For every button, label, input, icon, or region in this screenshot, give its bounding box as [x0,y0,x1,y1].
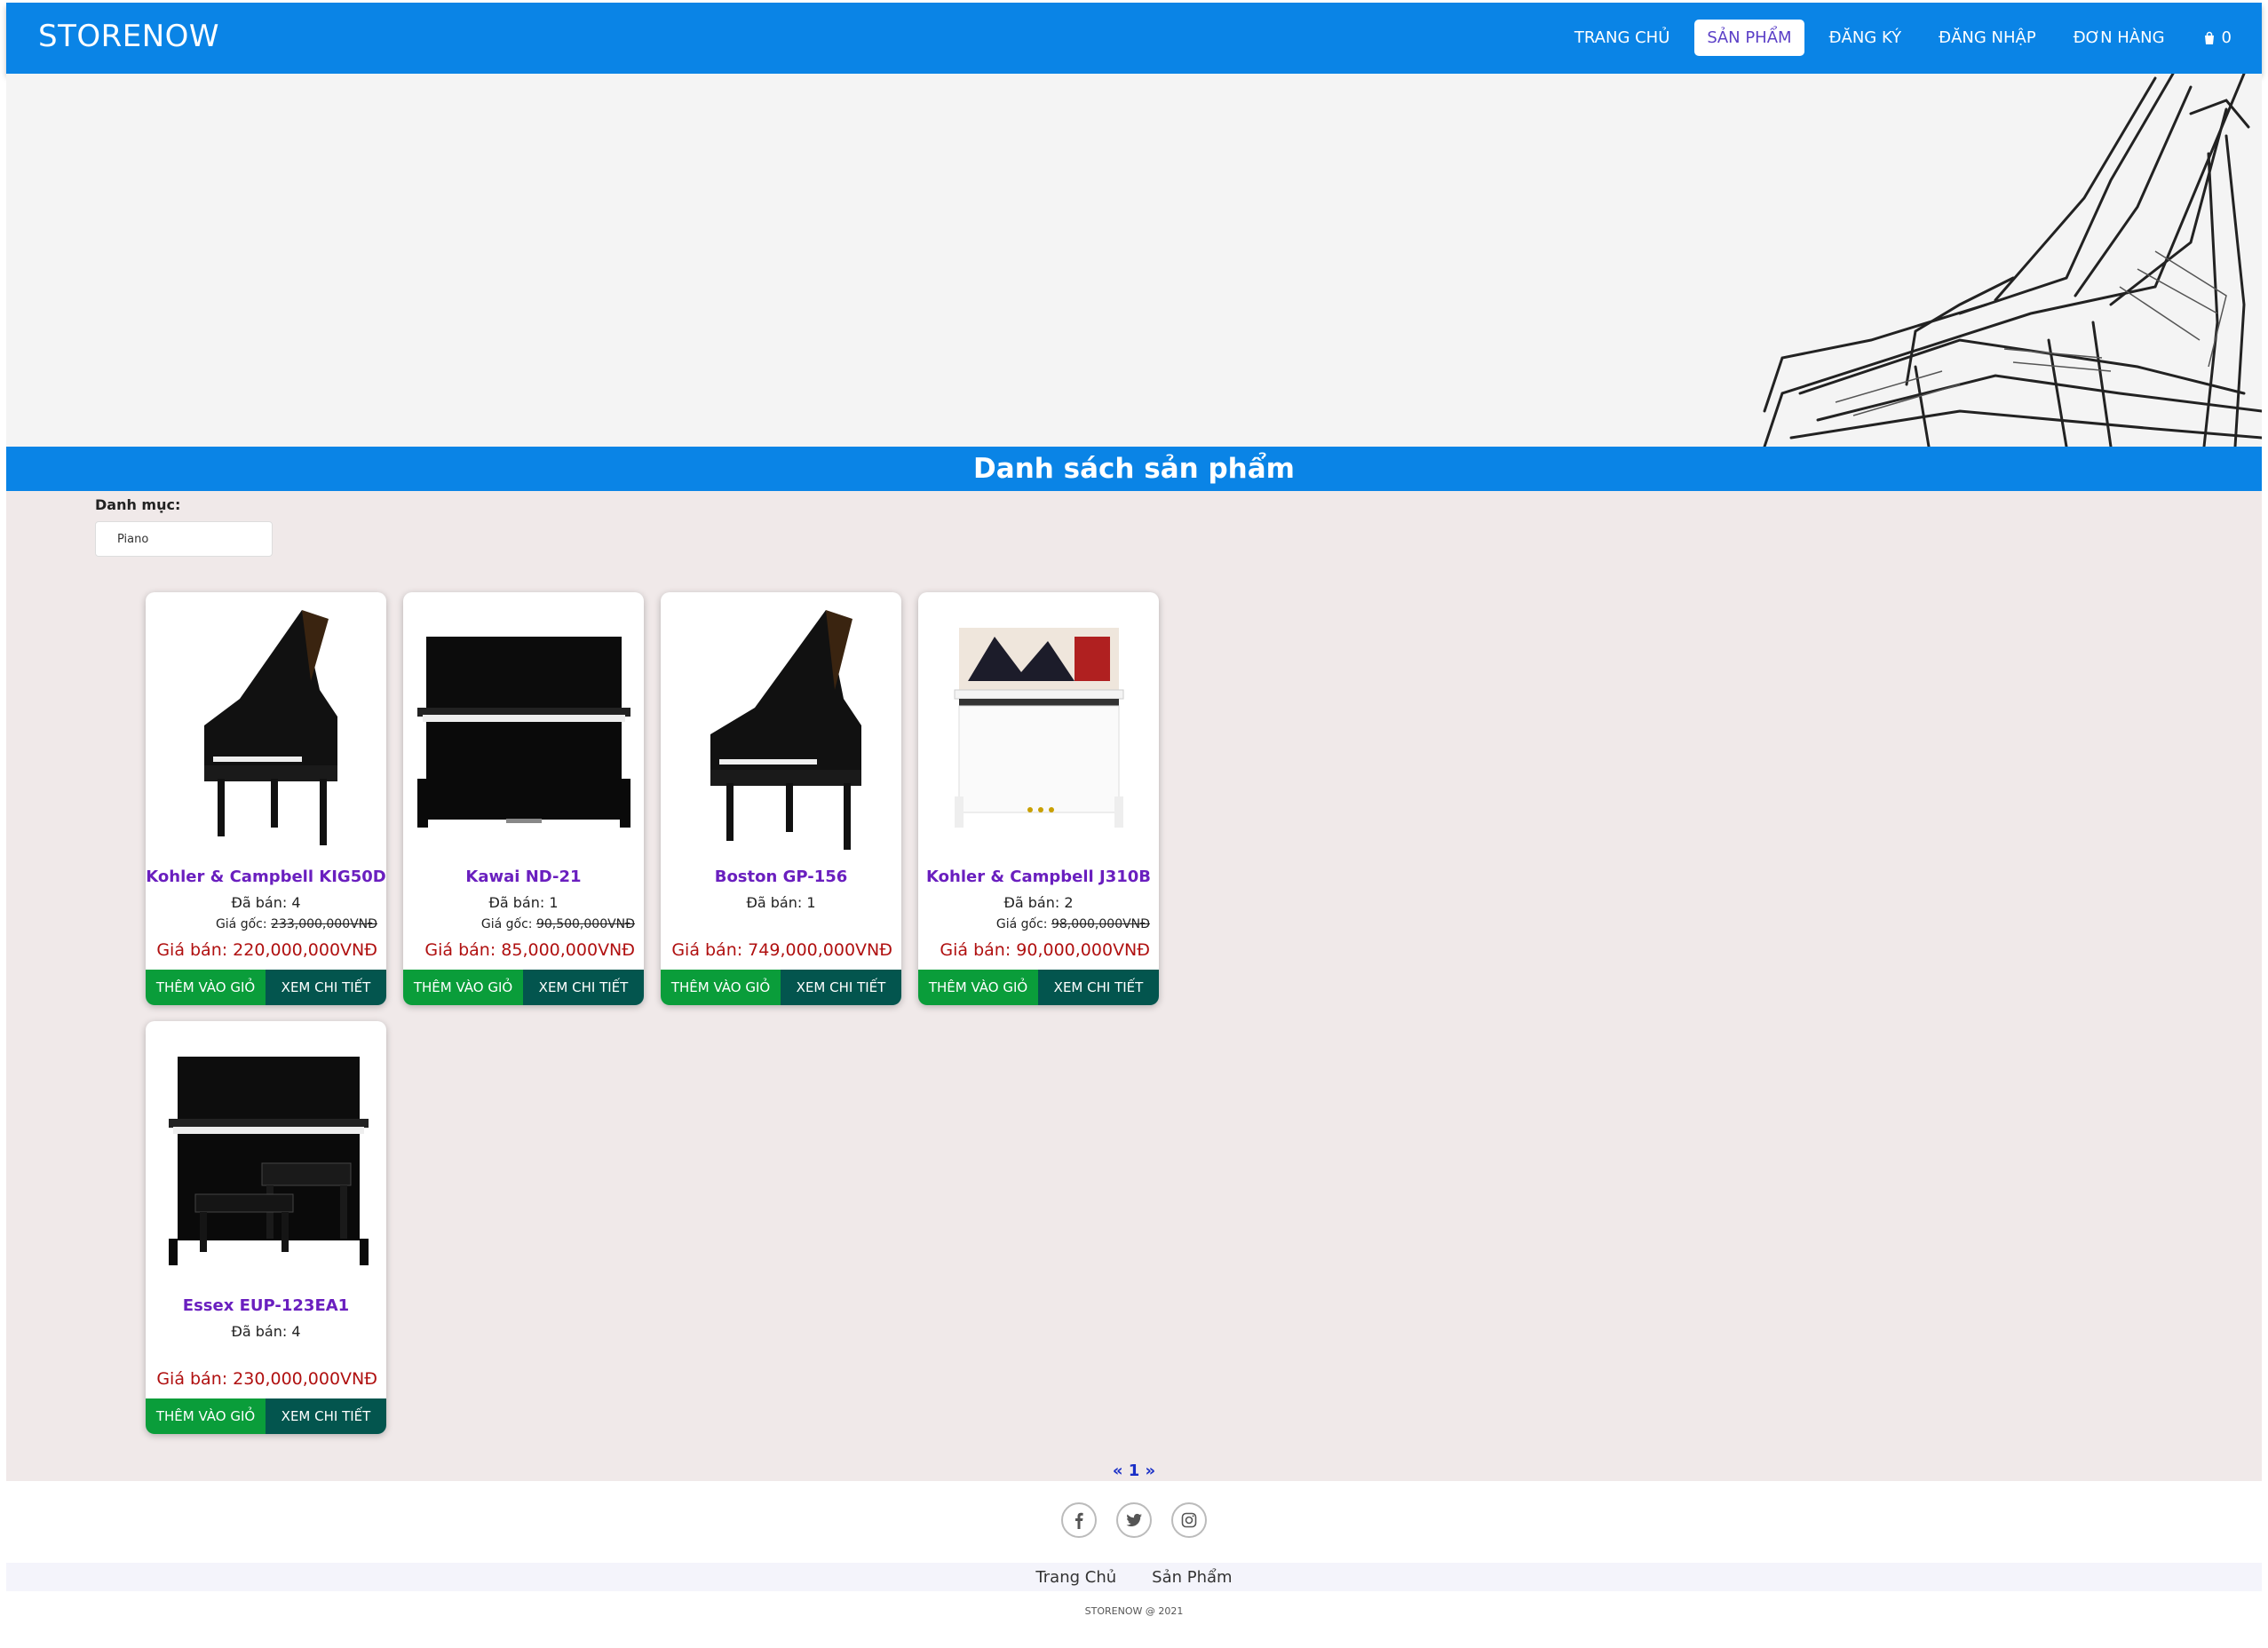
upright-piano-icon [416,637,630,828]
product-image[interactable] [661,592,901,859]
facebook-link[interactable] [1061,1502,1097,1538]
nav-item-register[interactable]: ĐĂNG KÝ [1817,20,1915,56]
page-title: Danh sách sản phẩm [973,453,1295,485]
footer-link-products[interactable]: Sản Phẩm [1152,1568,1232,1587]
hero-banner [6,74,2262,447]
nav-item-login[interactable]: ĐĂNG NHẬP [1926,20,2049,56]
product-sold: Đã bán: 1 [488,894,559,911]
product-name[interactable]: Kohler & Campbell J310B [918,868,1159,886]
product-sold: Đã bán: 2 [1003,894,1074,911]
product-image[interactable] [146,592,386,859]
twitter-icon [1126,1513,1142,1526]
social-links [0,1502,2268,1538]
footer-link-home[interactable]: Trang Chủ [1035,1568,1116,1587]
nav-menu: TRANG CHỦ SẢN PHẨM ĐĂNG KÝ ĐĂNG NHẬP ĐƠN… [1550,20,2244,56]
product-price: Giá bán: 90,000,000VNĐ [940,940,1150,960]
product-original-price: Giá gốc: 90,500,000VNĐ [481,917,635,931]
product-sold: Đã bán: 4 [231,1323,301,1340]
piano-sketch-image [1763,74,2262,447]
shopping-bag-icon [2204,31,2214,44]
product-image[interactable] [918,592,1159,859]
nav-item-home[interactable]: TRANG CHỦ [1562,20,1683,56]
cart-button[interactable]: 0 [2190,20,2244,56]
add-to-cart-button[interactable]: THÊM VÀO GIỎ [146,1398,266,1434]
category-label: Danh mục: [95,496,181,513]
grand-piano-icon [710,610,861,850]
twitter-link[interactable] [1116,1502,1152,1538]
add-to-cart-button[interactable]: THÊM VÀO GIỎ [146,970,266,1005]
product-section: Danh mục: Piano Kohler & Campbell KIG50D… [6,491,2262,1481]
product-price: Giá bán: 220,000,000VNĐ [156,940,377,960]
nav-item-orders[interactable]: ĐƠN HÀNG [2061,20,2177,56]
white-upright-piano-icon [954,628,1123,828]
add-to-cart-button[interactable]: THÊM VÀO GIỎ [661,970,781,1005]
product-name[interactable]: Kawai ND-21 [403,868,644,886]
card-actions: THÊM VÀO GIỎ XEM CHI TIẾT [918,970,1159,1005]
product-price: Giá bán: 85,000,000VNĐ [424,940,635,960]
original-price-label: Giá gốc: [480,917,533,931]
card-actions: THÊM VÀO GIỎ XEM CHI TIẾT [146,970,386,1005]
view-detail-button[interactable]: XEM CHI TIẾT [1038,970,1159,1005]
product-card: Kohler & Campbell KIG50D Đã bán: 4 Giá g… [146,592,386,1005]
instagram-link[interactable] [1171,1502,1207,1538]
product-sold: Đã bán: 4 [231,894,301,911]
page-title-band: Danh sách sản phẩm [6,447,2262,491]
product-name[interactable]: Kohler & Campbell KIG50D [146,868,386,886]
original-price-value: 233,000,000VNĐ [271,917,377,931]
view-detail-button[interactable]: XEM CHI TIẾT [523,970,644,1005]
original-price-label: Giá gốc: [995,917,1048,931]
product-image[interactable] [146,1021,386,1288]
product-sold: Đã bán: 1 [746,894,816,911]
product-image[interactable] [403,592,644,859]
product-card: Boston GP-156 Đã bán: 1 Giá bán: 749,000… [661,592,901,1005]
product-card: Kohler & Campbell J310B Đã bán: 2 Giá gố… [918,592,1159,1005]
card-actions: THÊM VÀO GIỎ XEM CHI TIẾT [403,970,644,1005]
navbar: STORENOW TRANG CHỦ SẢN PHẨM ĐĂNG KÝ ĐĂNG… [6,3,2262,74]
brand-logo[interactable]: STORENOW [38,19,219,54]
product-original-price: Giá gốc: 233,000,000VNĐ [216,917,377,931]
product-name[interactable]: Essex EUP-123EA1 [146,1296,386,1315]
original-price-label: Giá gốc: [215,917,267,931]
copyright: STORENOW @ 2021 [1084,1605,1184,1617]
view-detail-button[interactable]: XEM CHI TIẾT [781,970,901,1005]
facebook-icon [1075,1512,1083,1529]
category-select[interactable]: Piano [95,521,273,557]
pagination[interactable]: « 1 » [6,1462,2262,1480]
card-actions: THÊM VÀO GIỎ XEM CHI TIẾT [661,970,901,1005]
product-card: Kawai ND-21 Đã bán: 1 Giá gốc: 90,500,00… [403,592,644,1005]
nav-item-products[interactable]: SẢN PHẨM [1694,20,1804,56]
grand-piano-icon [203,610,337,845]
upright-piano-bench-icon [168,1057,369,1265]
original-price-value: 90,500,000VNĐ [535,917,635,931]
card-actions: THÊM VÀO GIỎ XEM CHI TIẾT [146,1398,386,1434]
product-price: Giá bán: 749,000,000VNĐ [671,940,892,960]
product-card: Essex EUP-123EA1 Đã bán: 4 Giá bán: 230,… [146,1021,386,1434]
add-to-cart-button[interactable]: THÊM VÀO GIỎ [403,970,523,1005]
product-name[interactable]: Boston GP-156 [661,868,901,886]
add-to-cart-button[interactable]: THÊM VÀO GIỎ [918,970,1038,1005]
footer-links: Trang Chủ Sản Phẩm [6,1563,2262,1591]
view-detail-button[interactable]: XEM CHI TIẾT [266,970,386,1005]
product-original-price: Giá gốc: 98,000,000VNĐ [996,917,1150,931]
cart-count: 0 [2221,28,2232,47]
instagram-icon [1181,1512,1197,1528]
product-price: Giá bán: 230,000,000VNĐ [156,1369,377,1389]
view-detail-button[interactable]: XEM CHI TIẾT [266,1398,386,1434]
original-price-value: 98,000,000VNĐ [1051,917,1150,931]
